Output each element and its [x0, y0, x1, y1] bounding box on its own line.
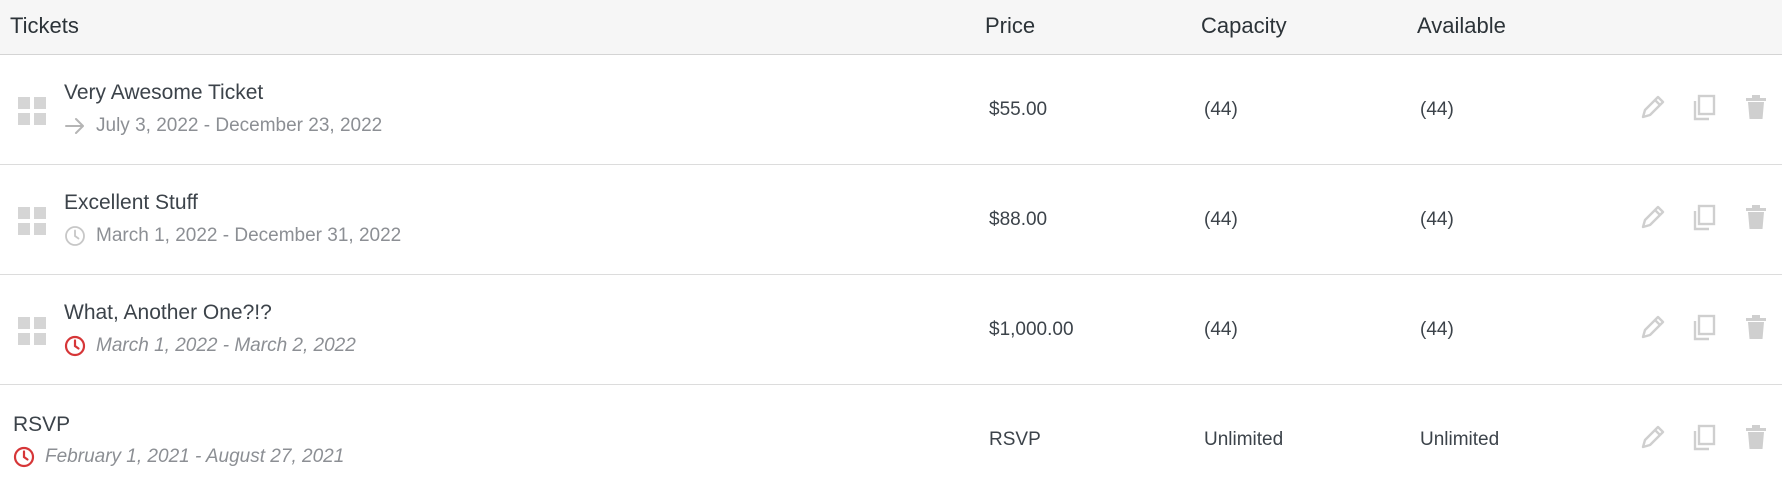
ticket-dates-text: March 1, 2022 - March 2, 2022	[96, 335, 356, 356]
ticket-dates-text: March 1, 2022 - December 31, 2022	[96, 225, 402, 246]
edit-pencil-icon[interactable]	[1638, 202, 1668, 232]
edit-pencil-icon[interactable]	[1638, 422, 1668, 452]
duplicate-icon[interactable]	[1689, 312, 1719, 342]
column-header-tickets: Tickets	[10, 13, 79, 38]
drag-handle-icon[interactable]	[18, 97, 46, 125]
ticket-price: $55.00	[989, 99, 1048, 120]
clock-alert-icon	[64, 335, 86, 357]
column-header-price: Price	[985, 13, 1036, 38]
ticket-dates: February 1, 2021 - August 27, 2021	[13, 446, 344, 468]
edit-pencil-icon[interactable]	[1638, 92, 1668, 122]
ticket-price: $88.00	[989, 209, 1048, 230]
duplicate-icon[interactable]	[1689, 422, 1719, 452]
rsvp-row: RSVP February 1, 2021 - August 27, 2021 …	[0, 385, 1782, 480]
ticket-capacity: (44)	[1204, 209, 1238, 230]
ticket-price: RSVP	[989, 429, 1041, 450]
trash-icon[interactable]	[1741, 92, 1771, 122]
ticket-dates-text: February 1, 2021 - August 27, 2021	[45, 446, 345, 467]
row-actions	[1638, 92, 1778, 124]
ticket-name: What, Another One?!?	[64, 301, 272, 324]
row-actions	[1638, 312, 1778, 344]
duplicate-icon[interactable]	[1689, 202, 1719, 232]
ticket-available: (44)	[1420, 209, 1454, 230]
edit-pencil-icon[interactable]	[1638, 312, 1668, 342]
duplicate-icon[interactable]	[1689, 92, 1719, 122]
row-actions	[1638, 422, 1778, 454]
ticket-row: Excellent Stuff March 1, 2022 - December…	[0, 165, 1782, 275]
ticket-dates: March 1, 2022 - March 2, 2022	[64, 335, 356, 357]
ticket-row: Very Awesome Ticket July 3, 2022 - Decem…	[0, 55, 1782, 165]
ticket-available: (44)	[1420, 99, 1454, 120]
ticket-dates-text: July 3, 2022 - December 23, 2022	[96, 115, 383, 136]
table-header: Tickets Price Capacity Available	[0, 0, 1782, 55]
trash-icon[interactable]	[1741, 312, 1771, 342]
ticket-name: RSVP	[13, 413, 71, 436]
ticket-dates: July 3, 2022 - December 23, 2022	[64, 115, 382, 137]
trash-icon[interactable]	[1741, 422, 1771, 452]
ticket-name: Excellent Stuff	[64, 191, 198, 214]
ticket-available: (44)	[1420, 319, 1454, 340]
drag-handle-icon[interactable]	[18, 207, 46, 235]
ticket-capacity: Unlimited	[1204, 429, 1284, 450]
ticket-row: What, Another One?!? March 1, 2022 - Mar…	[0, 275, 1782, 385]
clock-icon	[65, 226, 85, 246]
drag-handle-icon[interactable]	[18, 317, 46, 345]
ticket-capacity: (44)	[1204, 99, 1238, 120]
clock-alert-icon	[13, 446, 35, 468]
column-header-available: Available	[1417, 13, 1506, 38]
ticket-dates: March 1, 2022 - December 31, 2022	[64, 225, 401, 247]
arrow-right-icon	[65, 118, 84, 134]
trash-icon[interactable]	[1741, 202, 1771, 232]
ticket-capacity: (44)	[1204, 319, 1238, 340]
row-actions	[1638, 202, 1778, 234]
ticket-available: Unlimited	[1420, 429, 1500, 450]
ticket-name: Very Awesome Ticket	[64, 81, 264, 104]
ticket-price: $1,000.00	[989, 319, 1074, 340]
tickets-table: Tickets Price Capacity Available Very Aw…	[0, 0, 1782, 480]
column-header-capacity: Capacity	[1201, 13, 1287, 38]
